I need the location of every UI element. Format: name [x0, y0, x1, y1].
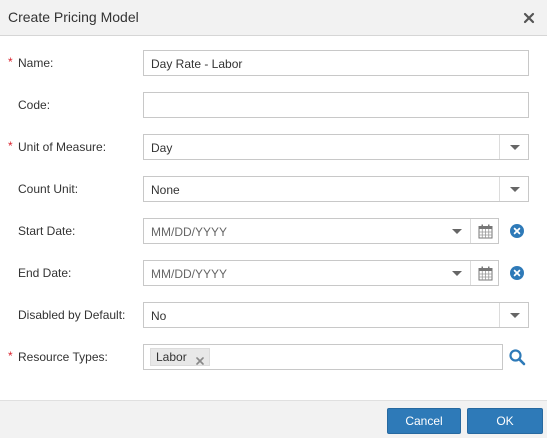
- calendar-icon: [478, 266, 493, 281]
- required-marker: *: [8, 55, 13, 69]
- create-pricing-model-dialog: Create Pricing Model * Name: Day Rate - …: [0, 0, 547, 438]
- chevron-down-icon: [452, 229, 462, 234]
- disabled-by-default-value: No: [151, 309, 167, 323]
- disabled-by-default-row: Disabled by Default: No: [0, 302, 547, 328]
- unit-of-measure-select[interactable]: Day: [143, 134, 529, 160]
- count-unit-value: None: [151, 183, 180, 197]
- dialog-title: Create Pricing Model: [8, 9, 139, 25]
- search-icon[interactable]: [508, 348, 526, 366]
- end-date-row: End Date: MM/DD/YYYY: [0, 260, 547, 286]
- end-date-calendar-button[interactable]: [470, 261, 498, 285]
- resource-type-tag: Labor: [150, 348, 210, 366]
- cancel-button[interactable]: Cancel: [387, 408, 461, 434]
- calendar-icon: [478, 224, 493, 239]
- count-unit-select[interactable]: None: [143, 176, 529, 202]
- name-label: Name:: [18, 56, 54, 70]
- remove-tag-icon[interactable]: [195, 353, 204, 365]
- disabled-by-default-select[interactable]: No: [143, 302, 529, 328]
- end-date-label: End Date:: [18, 266, 72, 280]
- dialog-footer: Cancel OK: [0, 400, 547, 438]
- close-icon[interactable]: [522, 11, 536, 25]
- resource-types-row: * Resource Types: Labor: [0, 344, 547, 370]
- resource-type-tag-label: Labor: [156, 350, 187, 364]
- required-marker: *: [8, 349, 13, 363]
- unit-of-measure-dropdown-button[interactable]: [499, 135, 528, 159]
- unit-of-measure-row: * Unit of Measure: Day: [0, 134, 547, 160]
- start-date-calendar-button[interactable]: [470, 219, 498, 243]
- end-date-dropdown-button[interactable]: [444, 261, 470, 285]
- resource-types-input[interactable]: Labor: [143, 344, 503, 370]
- clear-start-date-icon[interactable]: [510, 224, 524, 238]
- start-date-row: Start Date: MM/DD/YYYY: [0, 218, 547, 244]
- dialog-header: Create Pricing Model: [0, 0, 547, 36]
- code-input[interactable]: [143, 92, 529, 118]
- start-date-input[interactable]: MM/DD/YYYY: [143, 218, 499, 244]
- resource-types-label: Resource Types:: [18, 350, 108, 364]
- disabled-by-default-dropdown-button[interactable]: [499, 303, 528, 327]
- count-unit-label: Count Unit:: [18, 182, 79, 196]
- name-row: * Name: Day Rate - Labor: [0, 50, 547, 76]
- start-date-placeholder: MM/DD/YYYY: [151, 225, 228, 239]
- chevron-down-icon: [510, 145, 520, 150]
- disabled-by-default-label: Disabled by Default:: [18, 308, 126, 322]
- clear-end-date-icon[interactable]: [510, 266, 524, 280]
- end-date-placeholder: MM/DD/YYYY: [151, 267, 228, 281]
- ok-button[interactable]: OK: [467, 408, 543, 434]
- start-date-label: Start Date:: [18, 224, 76, 238]
- end-date-input[interactable]: MM/DD/YYYY: [143, 260, 499, 286]
- start-date-dropdown-button[interactable]: [444, 219, 470, 243]
- unit-of-measure-value: Day: [151, 141, 173, 155]
- chevron-down-icon: [452, 271, 462, 276]
- name-input-value: Day Rate - Labor: [151, 57, 243, 71]
- required-marker: *: [8, 139, 13, 153]
- chevron-down-icon: [510, 187, 520, 192]
- name-input[interactable]: Day Rate - Labor: [143, 50, 529, 76]
- unit-of-measure-label: Unit of Measure:: [18, 140, 107, 154]
- count-unit-dropdown-button[interactable]: [499, 177, 528, 201]
- code-row: Code:: [0, 92, 547, 118]
- count-unit-row: Count Unit: None: [0, 176, 547, 202]
- code-label: Code:: [18, 98, 51, 112]
- chevron-down-icon: [510, 313, 520, 318]
